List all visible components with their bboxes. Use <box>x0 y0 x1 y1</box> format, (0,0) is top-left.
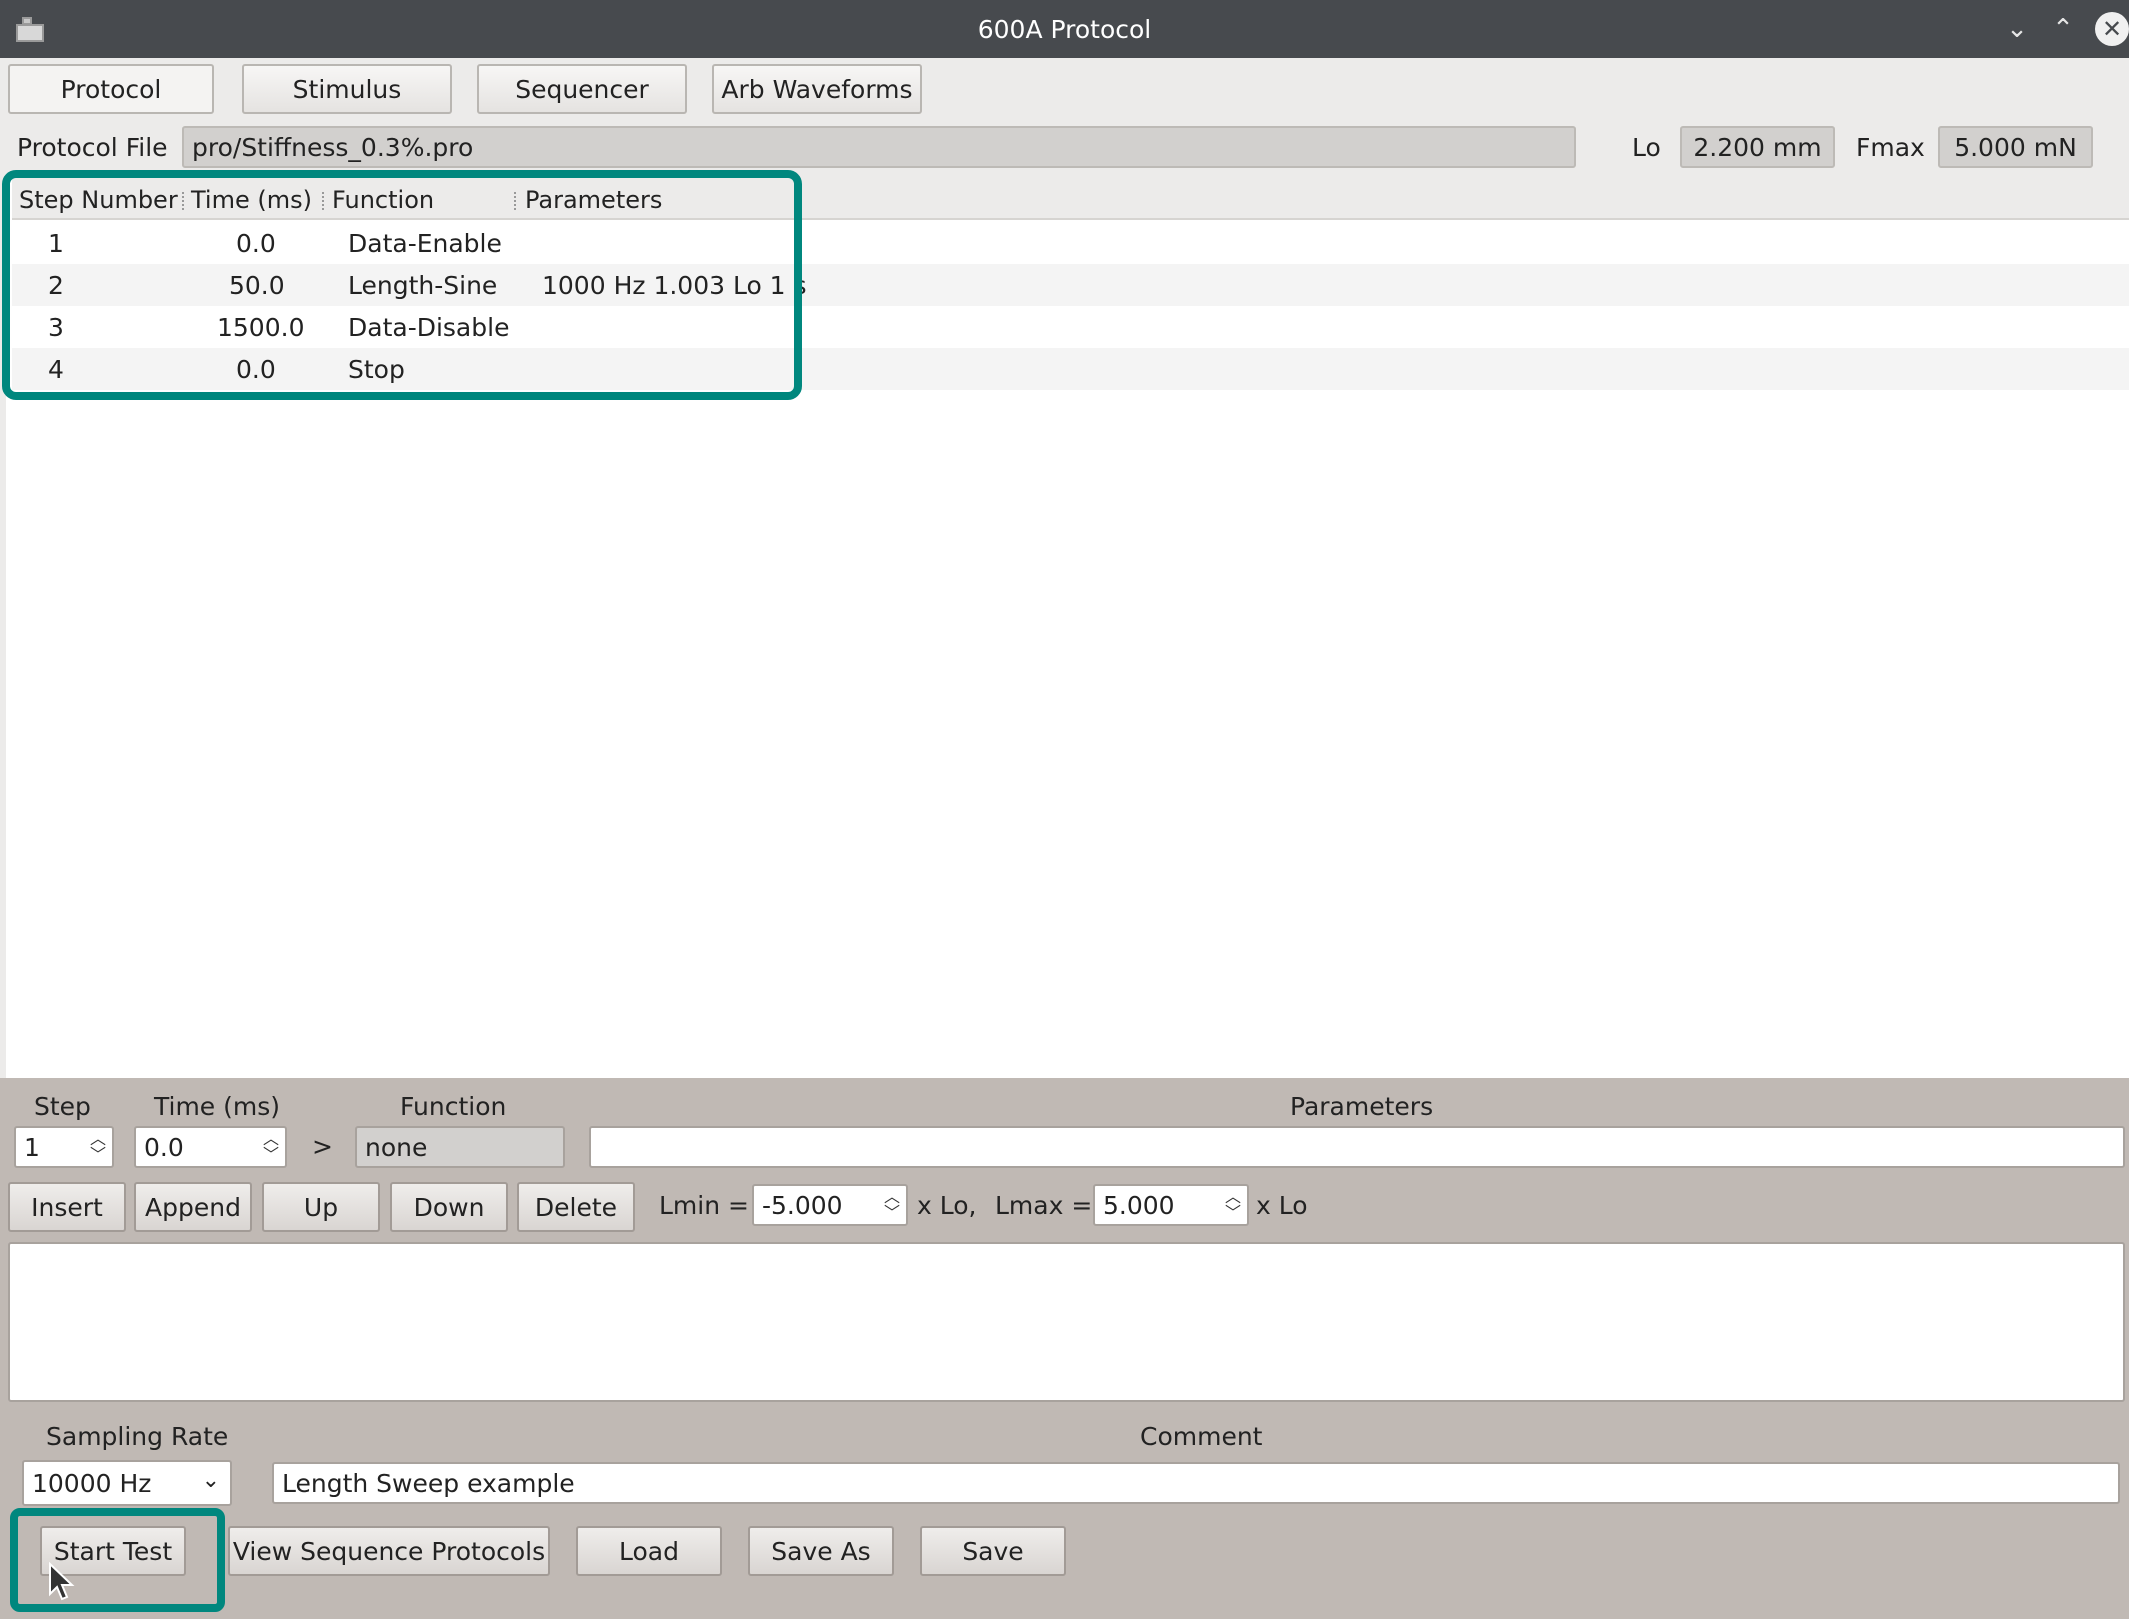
table-row[interactable]: 3 1500.0 Data-Disable <box>12 306 2129 348</box>
tab-sequencer[interactable]: Sequencer <box>477 64 687 114</box>
lmax-unit: x Lo <box>1256 1191 1308 1220</box>
lmin-label: Lmin = <box>659 1191 749 1220</box>
window-title: 600A Protocol <box>977 14 1152 44</box>
lmin-spinbox[interactable]: -5.000 ︿ ﹀ <box>752 1184 908 1226</box>
protocol-file-field: pro/Stiffness_0.3%.pro <box>182 126 1576 168</box>
fmax-value: 5.000 mN <box>1938 126 2093 168</box>
lo-label: Lo <box>1632 133 1661 162</box>
cell-function: Data-Enable <box>348 229 502 258</box>
cell-function: Length-Sine <box>348 271 498 300</box>
up-button[interactable]: Up <box>262 1182 380 1232</box>
minimize-icon[interactable]: ⌄ <box>2003 14 2031 44</box>
time-value: 0.0 <box>144 1132 184 1162</box>
tab-bar: Protocol Stimulus Sequencer Arb Waveform… <box>0 58 2129 120</box>
time-spinbox[interactable]: 0.0 ︿ ﹀ <box>134 1126 287 1168</box>
lo-value: 2.200 mm <box>1680 126 1835 168</box>
table-row[interactable]: 1 0.0 Data-Enable <box>12 222 2129 264</box>
comment-label: Comment <box>1140 1422 1263 1451</box>
cell-function: Data-Disable <box>348 313 510 342</box>
tab-arb-waveforms[interactable]: Arb Waveforms <box>712 64 922 114</box>
cell-time: 50.0 <box>229 271 285 300</box>
description-textarea[interactable] <box>8 1242 2125 1402</box>
cell-step: 4 <box>48 355 64 384</box>
cell-step: 1 <box>48 229 64 258</box>
save-button[interactable]: Save <box>920 1526 1066 1576</box>
cell-step: 3 <box>48 313 64 342</box>
down-button[interactable]: Down <box>390 1182 508 1232</box>
save-as-button[interactable]: Save As <box>748 1526 894 1576</box>
maximize-icon[interactable]: ⌃ <box>2049 14 2077 44</box>
protocol-table: Step Number Time (ms) Function Parameter… <box>0 180 2129 1078</box>
spin-arrows-icon[interactable]: ︿ ﹀ <box>1225 1186 1241 1224</box>
delete-button[interactable]: Delete <box>517 1182 635 1232</box>
insert-button[interactable]: Insert <box>8 1182 126 1232</box>
spin-arrows-icon[interactable]: ︿ ﹀ <box>263 1128 279 1166</box>
lmax-value: 5.000 <box>1103 1190 1175 1220</box>
chevron-down-icon: ⌄ <box>201 1468 220 1493</box>
editor-panel: Step Time (ms) Function Parameters 1 ︿ ﹀ … <box>0 1078 2129 1619</box>
fmax-label: Fmax <box>1856 133 1925 162</box>
cell-step: 2 <box>48 271 64 300</box>
title-bar: 600A Protocol ⌄ ⌃ ✕ <box>0 0 2129 58</box>
header-parameters[interactable]: Parameters <box>525 186 662 214</box>
function-label: Function <box>400 1092 507 1121</box>
tab-stimulus[interactable]: Stimulus <box>242 64 452 114</box>
spin-arrows-icon[interactable]: ︿ ﹀ <box>90 1128 106 1166</box>
protocol-file-row: Protocol File pro/Stiffness_0.3%.pro Lo … <box>0 120 2129 180</box>
sampling-rate-value: 10000 Hz <box>32 1468 152 1498</box>
spin-arrows-icon[interactable]: ︿ ﹀ <box>884 1186 900 1224</box>
table-row[interactable]: 2 50.0 Length-Sine 1000 Hz 1.003 Lo 1 s <box>12 264 2129 306</box>
cell-time: 1500.0 <box>217 313 305 342</box>
lmax-label: Lmax = <box>995 1191 1093 1220</box>
table-row[interactable]: 4 0.0 Stop <box>12 348 2129 390</box>
time-label: Time (ms) <box>154 1092 281 1121</box>
lmax-spinbox[interactable]: 5.000 ︿ ﹀ <box>1093 1184 1249 1226</box>
step-value: 1 <box>24 1132 40 1162</box>
comment-field[interactable]: Length Sweep example <box>272 1462 2120 1504</box>
parameters-field[interactable] <box>589 1126 2125 1168</box>
cell-params: 1000 Hz 1.003 Lo 1 s <box>542 271 807 300</box>
cell-function: Stop <box>348 355 405 384</box>
parameters-label: Parameters <box>1290 1092 1434 1121</box>
sampling-rate-select[interactable]: 10000 Hz ⌄ <box>22 1460 232 1506</box>
close-icon[interactable]: ✕ <box>2095 12 2129 46</box>
load-button[interactable]: Load <box>576 1526 722 1576</box>
lmin-unit: x Lo, <box>917 1191 977 1220</box>
table-header: Step Number Time (ms) Function Parameter… <box>12 180 2129 220</box>
step-spinbox[interactable]: 1 ︿ ﹀ <box>14 1126 114 1168</box>
lmin-value: -5.000 <box>762 1190 843 1220</box>
cell-time: 0.0 <box>236 229 276 258</box>
sampling-rate-label: Sampling Rate <box>46 1422 229 1451</box>
protocol-file-label: Protocol File <box>17 133 168 162</box>
tab-protocol[interactable]: Protocol <box>8 64 214 114</box>
function-field: none <box>355 1126 565 1168</box>
mouse-cursor-icon <box>49 1562 75 1601</box>
step-label: Step <box>34 1092 91 1121</box>
app-icon <box>14 14 46 44</box>
header-time[interactable]: Time (ms) <box>191 186 312 214</box>
view-sequence-protocols-button[interactable]: View Sequence Protocols <box>228 1526 550 1576</box>
cell-time: 0.0 <box>236 355 276 384</box>
header-step-number[interactable]: Step Number <box>19 186 178 214</box>
arrow-label: > <box>312 1132 333 1161</box>
append-button[interactable]: Append <box>134 1182 252 1232</box>
header-function[interactable]: Function <box>332 186 434 214</box>
